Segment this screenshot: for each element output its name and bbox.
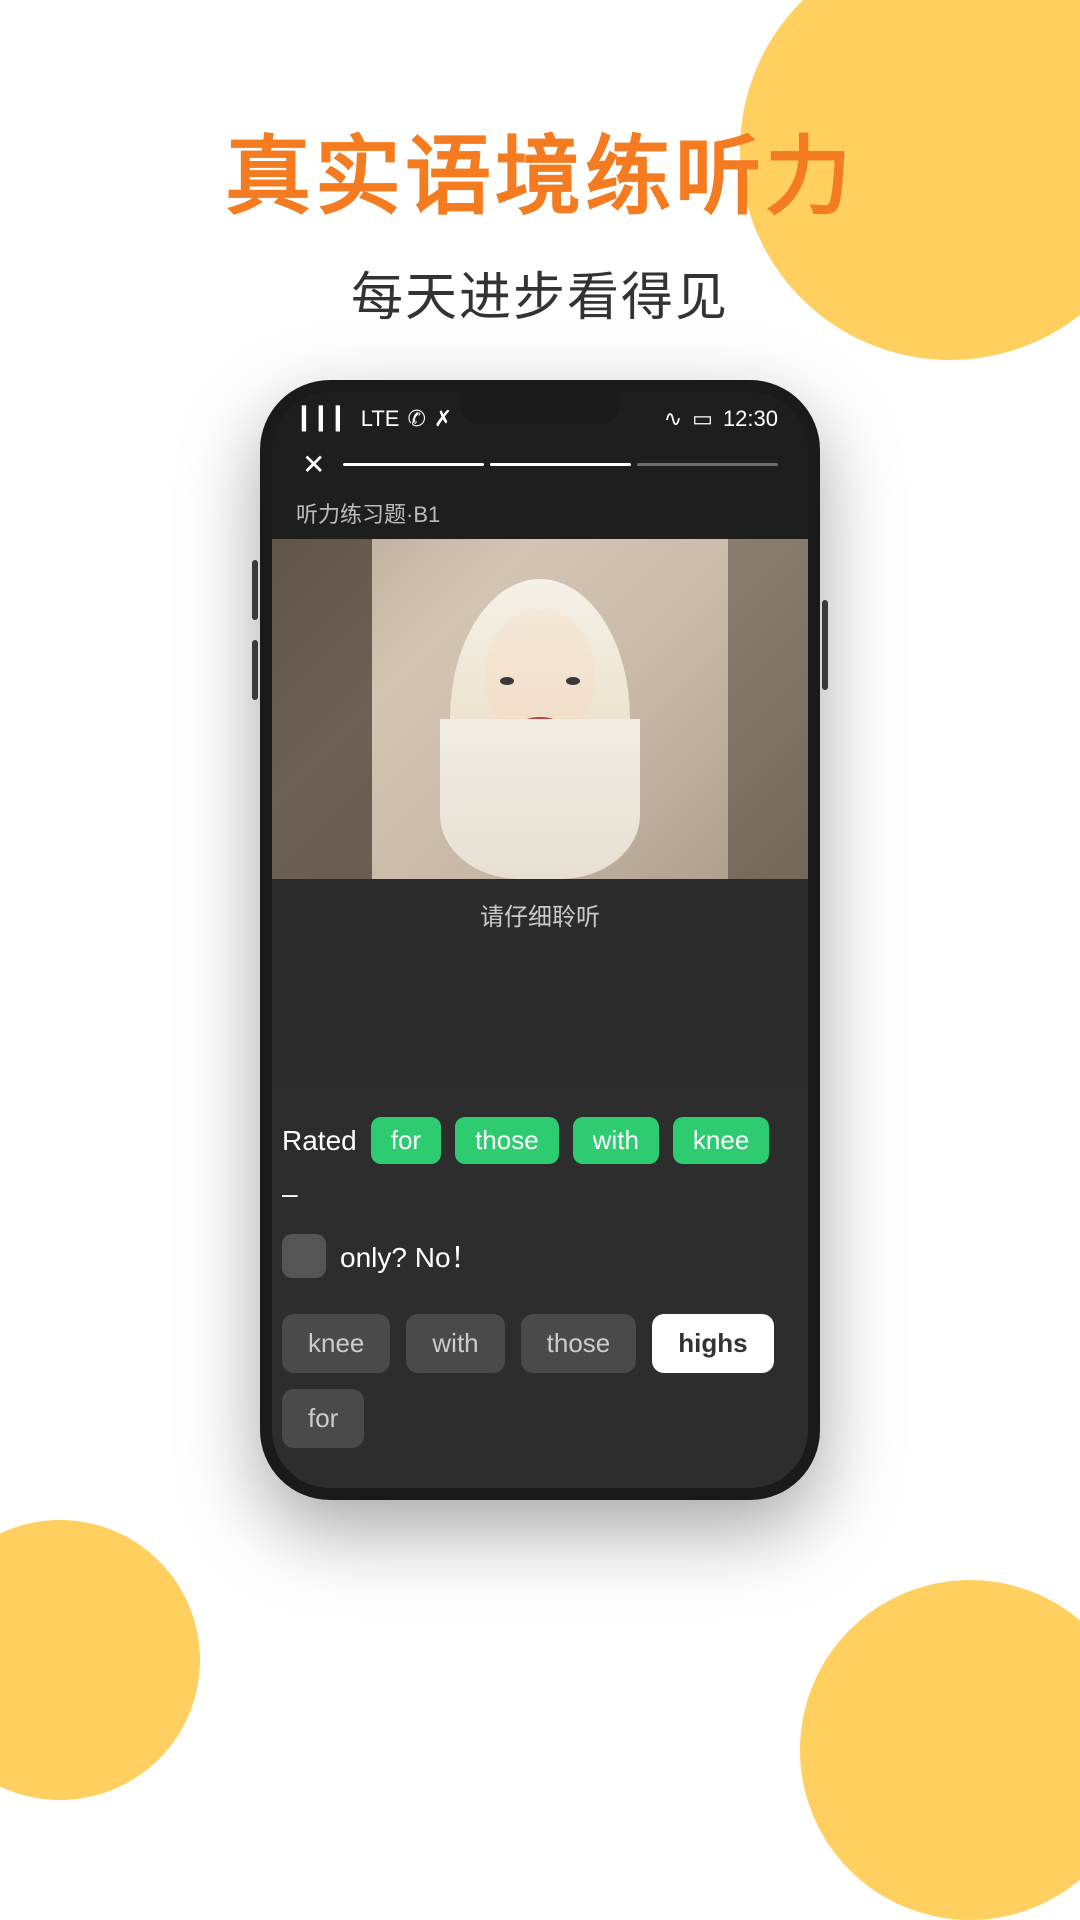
empty-slot [282,1234,326,1278]
scene-figure [440,579,640,879]
character-eyes [500,677,580,685]
phone-screen: ▎▎▎ LTE ✆ ✗ ∿ ▭ 12:30 ✕ [272,392,808,1488]
answer-card: Rated for those with knee – only? No！ kn… [272,1081,808,1488]
status-right: ∿ ▭ 12:30 [664,406,778,432]
answer-line-2: only? No！ [282,1234,798,1278]
progress-area: ✕ [272,440,808,491]
bg-dark-right [728,539,808,879]
progress-bars [343,463,778,466]
progress-seg-2 [490,463,631,466]
deco-circle-bottom-right [800,1580,1080,1920]
answer-line-1: Rated for those with knee – [282,1117,798,1210]
chip-knee[interactable]: knee [673,1117,769,1164]
header-area: 真实语境练听力 每天进步看得见 [0,0,1080,330]
level-label: 听力练习题·B1 [272,491,808,539]
dash-label: – [282,1178,298,1210]
eye-right [566,677,580,685]
video-frame [272,539,808,879]
phone-shell: ▎▎▎ LTE ✆ ✗ ∿ ▭ 12:30 ✕ [260,380,820,1500]
only-text: only? No！ [340,1236,479,1276]
bg-dark-left [272,539,372,879]
call-icon: ✆ [407,406,425,432]
close-button[interactable]: ✕ [302,448,325,481]
option-knee[interactable]: knee [282,1314,390,1373]
rated-label: Rated [282,1125,357,1157]
chip-those[interactable]: those [455,1117,559,1164]
eye-left [500,677,514,685]
word-options: knee with those highs for [282,1314,798,1448]
main-title: 真实语境练听力 [0,130,1080,225]
time-label: 12:30 [723,406,778,432]
phone-mockup: ▎▎▎ LTE ✆ ✗ ∿ ▭ 12:30 ✕ [260,380,820,1500]
bluetooth-icon: ✗ [434,406,452,432]
battery-icon: ▭ [692,406,713,432]
lte-label: LTE [361,406,400,432]
signal-icon: ▎▎▎ [302,406,353,432]
option-with[interactable]: with [406,1314,504,1373]
phone-notch [460,392,620,424]
chip-for[interactable]: for [371,1117,441,1164]
wifi-icon: ∿ [664,406,682,432]
progress-seg-3 [637,463,778,466]
video-scene [272,539,808,879]
power-button [822,600,828,690]
chip-with[interactable]: with [573,1117,659,1164]
option-those[interactable]: those [521,1314,637,1373]
deco-circle-bottom-left [0,1520,200,1800]
progress-seg-1 [343,463,484,466]
sub-title: 每天进步看得见 [0,255,1080,330]
character-dress [440,719,640,879]
volume-button-top [252,560,258,620]
option-highs[interactable]: highs [652,1314,773,1373]
option-for[interactable]: for [282,1389,364,1448]
volume-button-mid [252,640,258,700]
listen-prompt: 请仔细聆听 [272,879,808,950]
status-left: ▎▎▎ LTE ✆ ✗ [302,406,452,432]
